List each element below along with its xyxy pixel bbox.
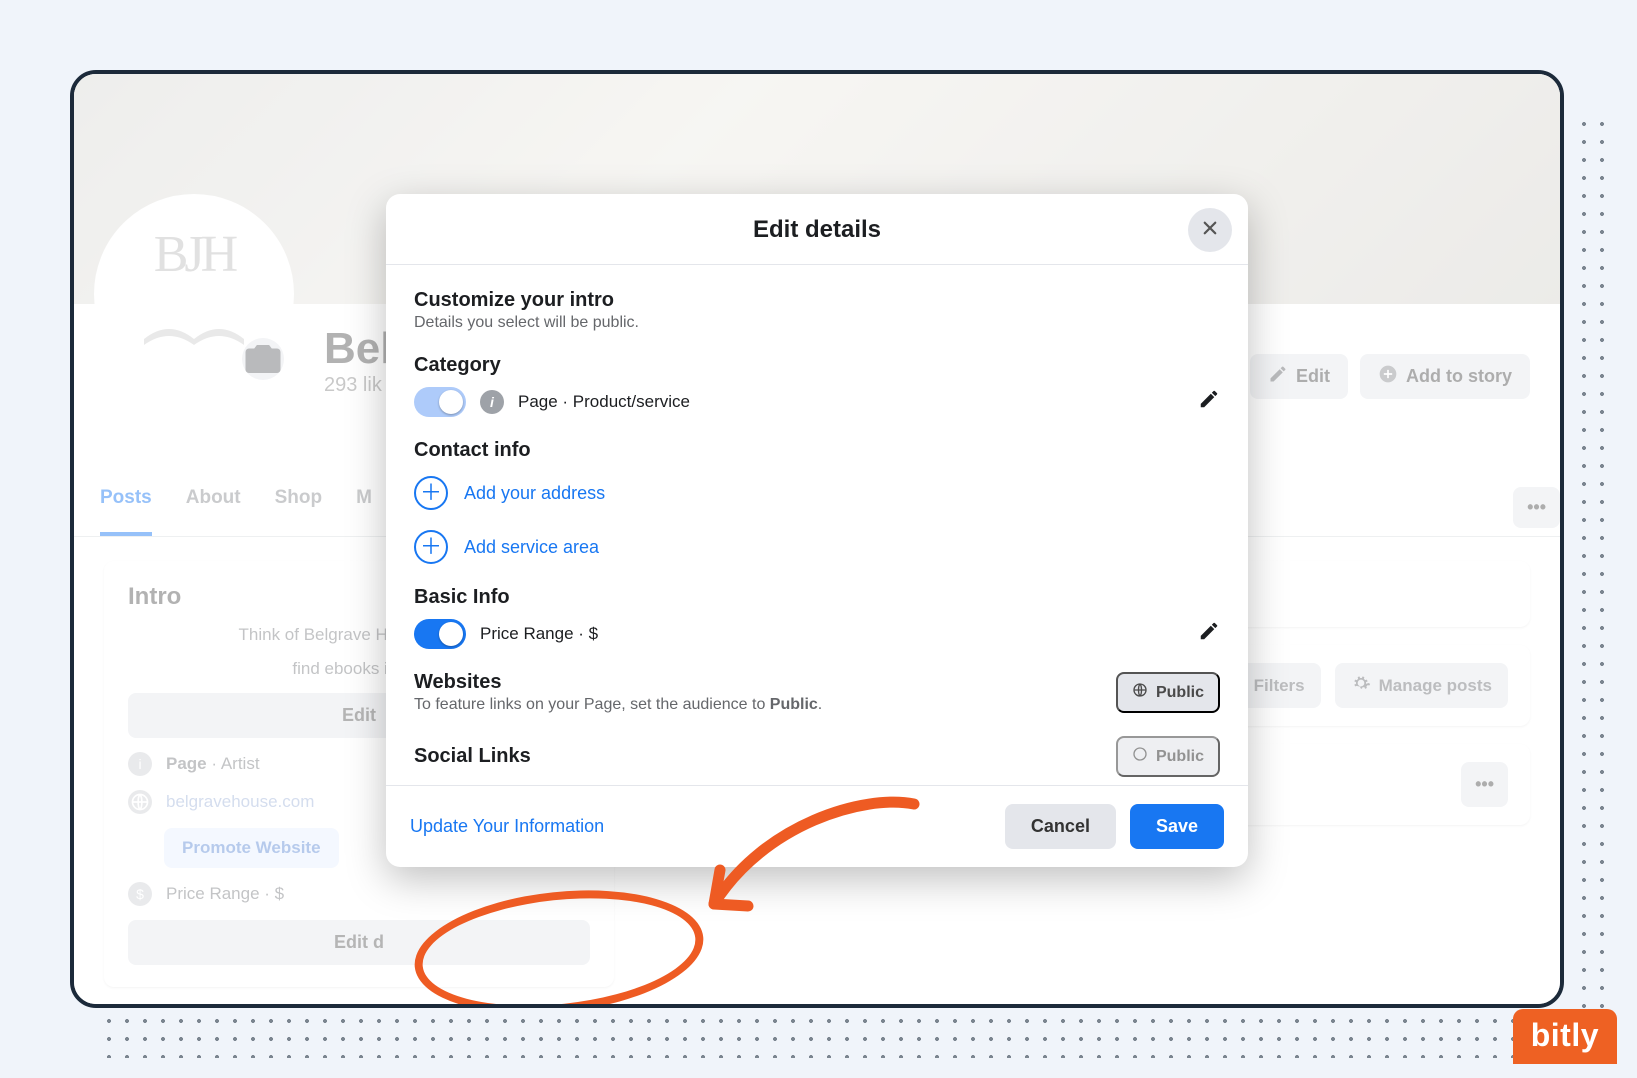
intro-category-value: Artist — [221, 754, 260, 773]
tab-shop[interactable]: Shop — [275, 487, 323, 536]
section-basic-info: Basic Info Price Range · $ — [414, 586, 1220, 649]
add-address-button[interactable]: ＋ Add your address — [414, 476, 1220, 510]
decorative-dots-bottom — [100, 1012, 1580, 1058]
edit-button-label: Edit — [1296, 366, 1330, 387]
update-your-information-link[interactable]: Update Your Information — [410, 816, 604, 837]
pencil-icon — [1268, 364, 1288, 389]
close-icon — [1201, 217, 1219, 243]
gear-icon — [1351, 673, 1371, 698]
intro-heading: Customize your intro — [414, 289, 1220, 312]
section-social-links: Social Links Public — [414, 736, 1220, 777]
more-button[interactable]: ••• — [1513, 487, 1560, 528]
modal-footer: Update Your Information Cancel Save — [386, 785, 1248, 867]
add-service-area-button[interactable]: ＋ Add service area — [414, 530, 1220, 564]
section-contact: Contact info ＋ Add your address ＋ Add se… — [414, 439, 1220, 564]
basic-toggle[interactable] — [414, 619, 466, 649]
header-actions: e Edit Add to story — [1200, 354, 1530, 399]
modal-title: Edit details — [753, 216, 881, 243]
plus-circle-icon — [1378, 364, 1398, 389]
intro-website-link[interactable]: belgravehouse.com — [166, 792, 314, 812]
plus-icon: ＋ — [414, 476, 448, 510]
globe-icon — [128, 790, 152, 814]
screenshot-frame: BJH Belg 293 lik e Edit — [70, 70, 1564, 1008]
modal-title-bar: Edit details — [386, 194, 1248, 265]
edit-details-trigger[interactable]: Edit d — [128, 920, 590, 965]
ellipsis-icon: ••• — [1527, 497, 1546, 518]
intro-price-label: Price Range — [166, 884, 260, 903]
filters-label: Filters — [1254, 676, 1305, 696]
promote-website-button[interactable]: Promote Website — [164, 828, 339, 868]
avatar[interactable]: BJH — [94, 194, 294, 394]
camera-icon[interactable] — [242, 338, 284, 380]
bitly-badge: bitly — [1513, 1009, 1617, 1064]
globe-icon — [1132, 746, 1148, 767]
edit-details-modal: Edit details Customize your intro Detail… — [386, 194, 1248, 867]
websites-audience-button[interactable]: Public — [1116, 672, 1220, 713]
section-intro: Customize your intro Details you select … — [414, 289, 1220, 332]
add-to-story-button[interactable]: Add to story — [1360, 354, 1530, 399]
cancel-button[interactable]: Cancel — [1005, 804, 1116, 849]
manage-posts-label: Manage posts — [1379, 676, 1492, 696]
edit-basic-button[interactable] — [1198, 620, 1220, 648]
close-button[interactable] — [1188, 208, 1232, 252]
section-websites: Websites To feature links on your Page, … — [414, 671, 1220, 714]
info-icon[interactable]: i — [480, 390, 504, 414]
intro-subtext: Details you select will be public. — [414, 314, 1220, 332]
dollar-icon: $ — [128, 882, 152, 906]
add-to-story-label: Add to story — [1406, 366, 1512, 387]
avatar-monogram: BJH — [154, 225, 234, 284]
websites-subtext: To feature links on your Page, set the a… — [414, 696, 1102, 714]
tab-about[interactable]: About — [186, 487, 241, 536]
contact-heading: Contact info — [414, 439, 1220, 462]
edit-category-button[interactable] — [1198, 388, 1220, 416]
intro-price-value: $ — [275, 884, 284, 903]
intro-category-label: Page — [166, 754, 207, 773]
section-category: Category i Page · Product/service — [414, 354, 1220, 417]
category-heading: Category — [414, 354, 1220, 377]
tab-posts[interactable]: Posts — [100, 487, 152, 536]
add-service-area-label: Add service area — [464, 537, 599, 558]
save-button[interactable]: Save — [1130, 804, 1224, 849]
modal-body: Customize your intro Details you select … — [386, 265, 1248, 785]
info-icon: i — [128, 752, 152, 776]
basic-heading: Basic Info — [414, 586, 1220, 609]
websites-audience-label: Public — [1156, 684, 1204, 702]
social-audience-label: Public — [1156, 748, 1204, 766]
social-heading: Social Links — [414, 745, 1102, 768]
feed-more-button[interactable]: ••• — [1461, 762, 1508, 807]
category-value: Page · Product/service — [518, 392, 1184, 412]
tab-more[interactable]: M — [356, 487, 372, 536]
globe-icon — [1132, 682, 1148, 703]
plus-icon: ＋ — [414, 530, 448, 564]
category-toggle[interactable] — [414, 387, 466, 417]
social-audience-button[interactable]: Public — [1116, 736, 1220, 777]
add-address-label: Add your address — [464, 483, 605, 504]
open-book-icon — [134, 284, 254, 364]
edit-button[interactable]: Edit — [1250, 354, 1348, 399]
websites-heading: Websites — [414, 671, 1102, 694]
manage-posts-button[interactable]: Manage posts — [1335, 663, 1508, 708]
decorative-dots-right — [1575, 115, 1617, 1015]
intro-price-row: $ Price Range · $ — [128, 882, 590, 906]
ellipsis-icon: ••• — [1475, 774, 1494, 795]
basic-value: Price Range · $ — [480, 624, 1184, 644]
